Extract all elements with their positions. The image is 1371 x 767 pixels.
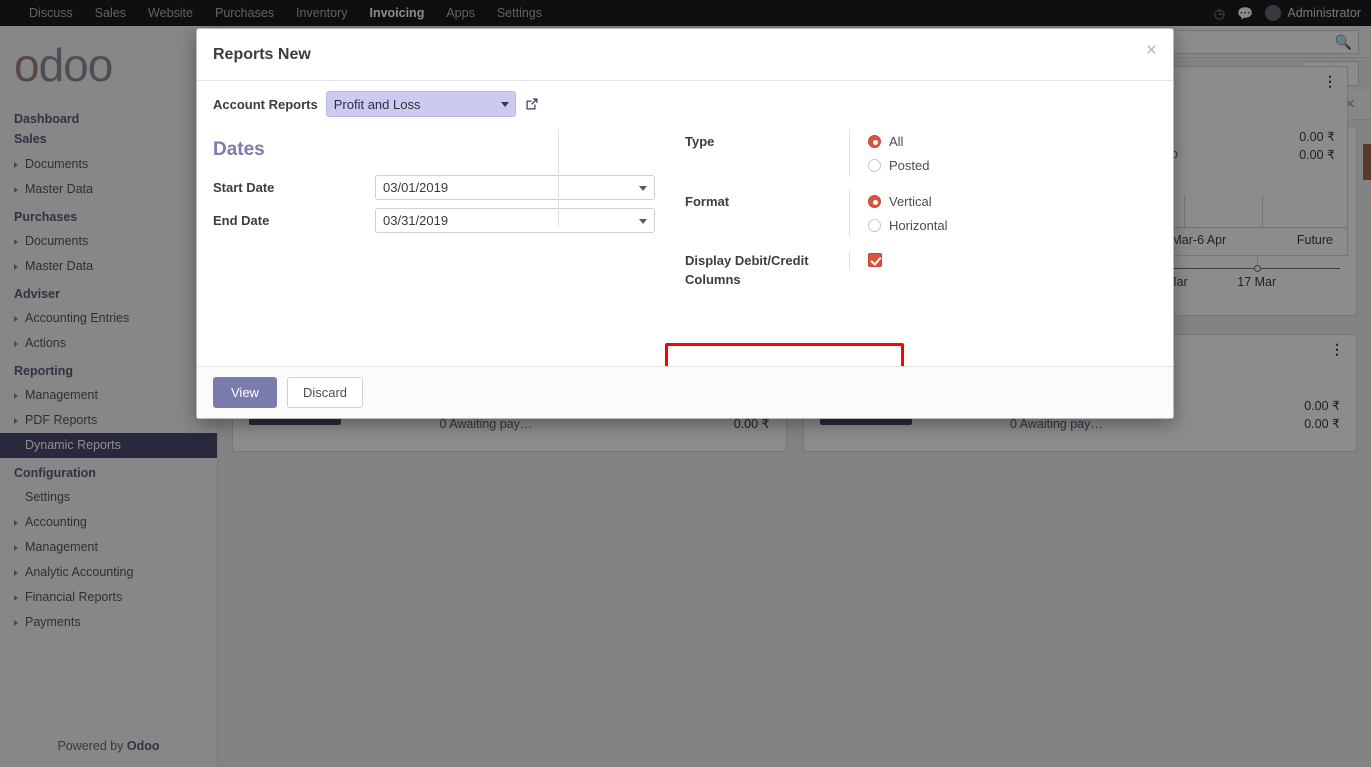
end-date-row: End Date (213, 204, 668, 237)
radio-label: Vertical (889, 194, 932, 209)
dialog-title: Reports New (213, 46, 311, 64)
radio-indicator (868, 135, 881, 148)
dates-section: Dates Start Date End Date (213, 139, 668, 237)
type-label: Type (685, 129, 849, 177)
display-debit-credit-checkbox[interactable] (868, 253, 882, 267)
display-debit-credit-field: Display Debit/Credit Columns (685, 251, 1105, 289)
radio-format-vertical[interactable]: Vertical (868, 189, 948, 213)
dialog-header: Reports New × (197, 29, 1173, 81)
account-reports-label: Account Reports (213, 97, 318, 112)
start-date-row: Start Date (213, 171, 668, 204)
radio-label: Posted (889, 158, 929, 173)
radio-indicator (868, 219, 881, 232)
start-date-label: Start Date (213, 180, 375, 195)
options-section: Type All Posted Format (685, 129, 1105, 289)
radio-format-horizontal[interactable]: Horizontal (868, 213, 948, 237)
close-icon[interactable]: × (1146, 41, 1157, 60)
radio-indicator (868, 195, 881, 208)
type-field: Type All Posted (685, 129, 1105, 177)
discard-button[interactable]: Discard (287, 377, 363, 408)
radio-type-posted[interactable]: Posted (868, 153, 929, 177)
dialog-body: Account Reports Profit and Loss Dates (197, 81, 1173, 368)
dates-heading: Dates (213, 139, 668, 161)
radio-type-all[interactable]: All (868, 129, 929, 153)
external-link-icon[interactable] (524, 96, 540, 112)
radio-label: All (889, 134, 903, 149)
radio-label: Horizontal (889, 218, 948, 233)
account-reports-select[interactable]: Profit and Loss (326, 91, 516, 117)
view-button[interactable]: View (213, 377, 277, 408)
dialog-footer: View Discard (197, 366, 1173, 418)
end-date-label: End Date (213, 213, 375, 228)
start-date-input[interactable] (375, 175, 655, 200)
column-divider (558, 129, 559, 227)
account-reports-field: Account Reports Profit and Loss (213, 91, 540, 117)
display-debit-credit-label: Display Debit/Credit Columns (685, 251, 849, 289)
format-field: Format Vertical Horizontal (685, 189, 1105, 237)
end-date-input[interactable] (375, 208, 655, 233)
screen-root: Discuss Sales Website Purchases Inventor… (0, 0, 1371, 767)
format-label: Format (685, 189, 849, 237)
radio-indicator (868, 159, 881, 172)
reports-new-dialog: Reports New × Account Reports Profit and… (196, 28, 1174, 419)
